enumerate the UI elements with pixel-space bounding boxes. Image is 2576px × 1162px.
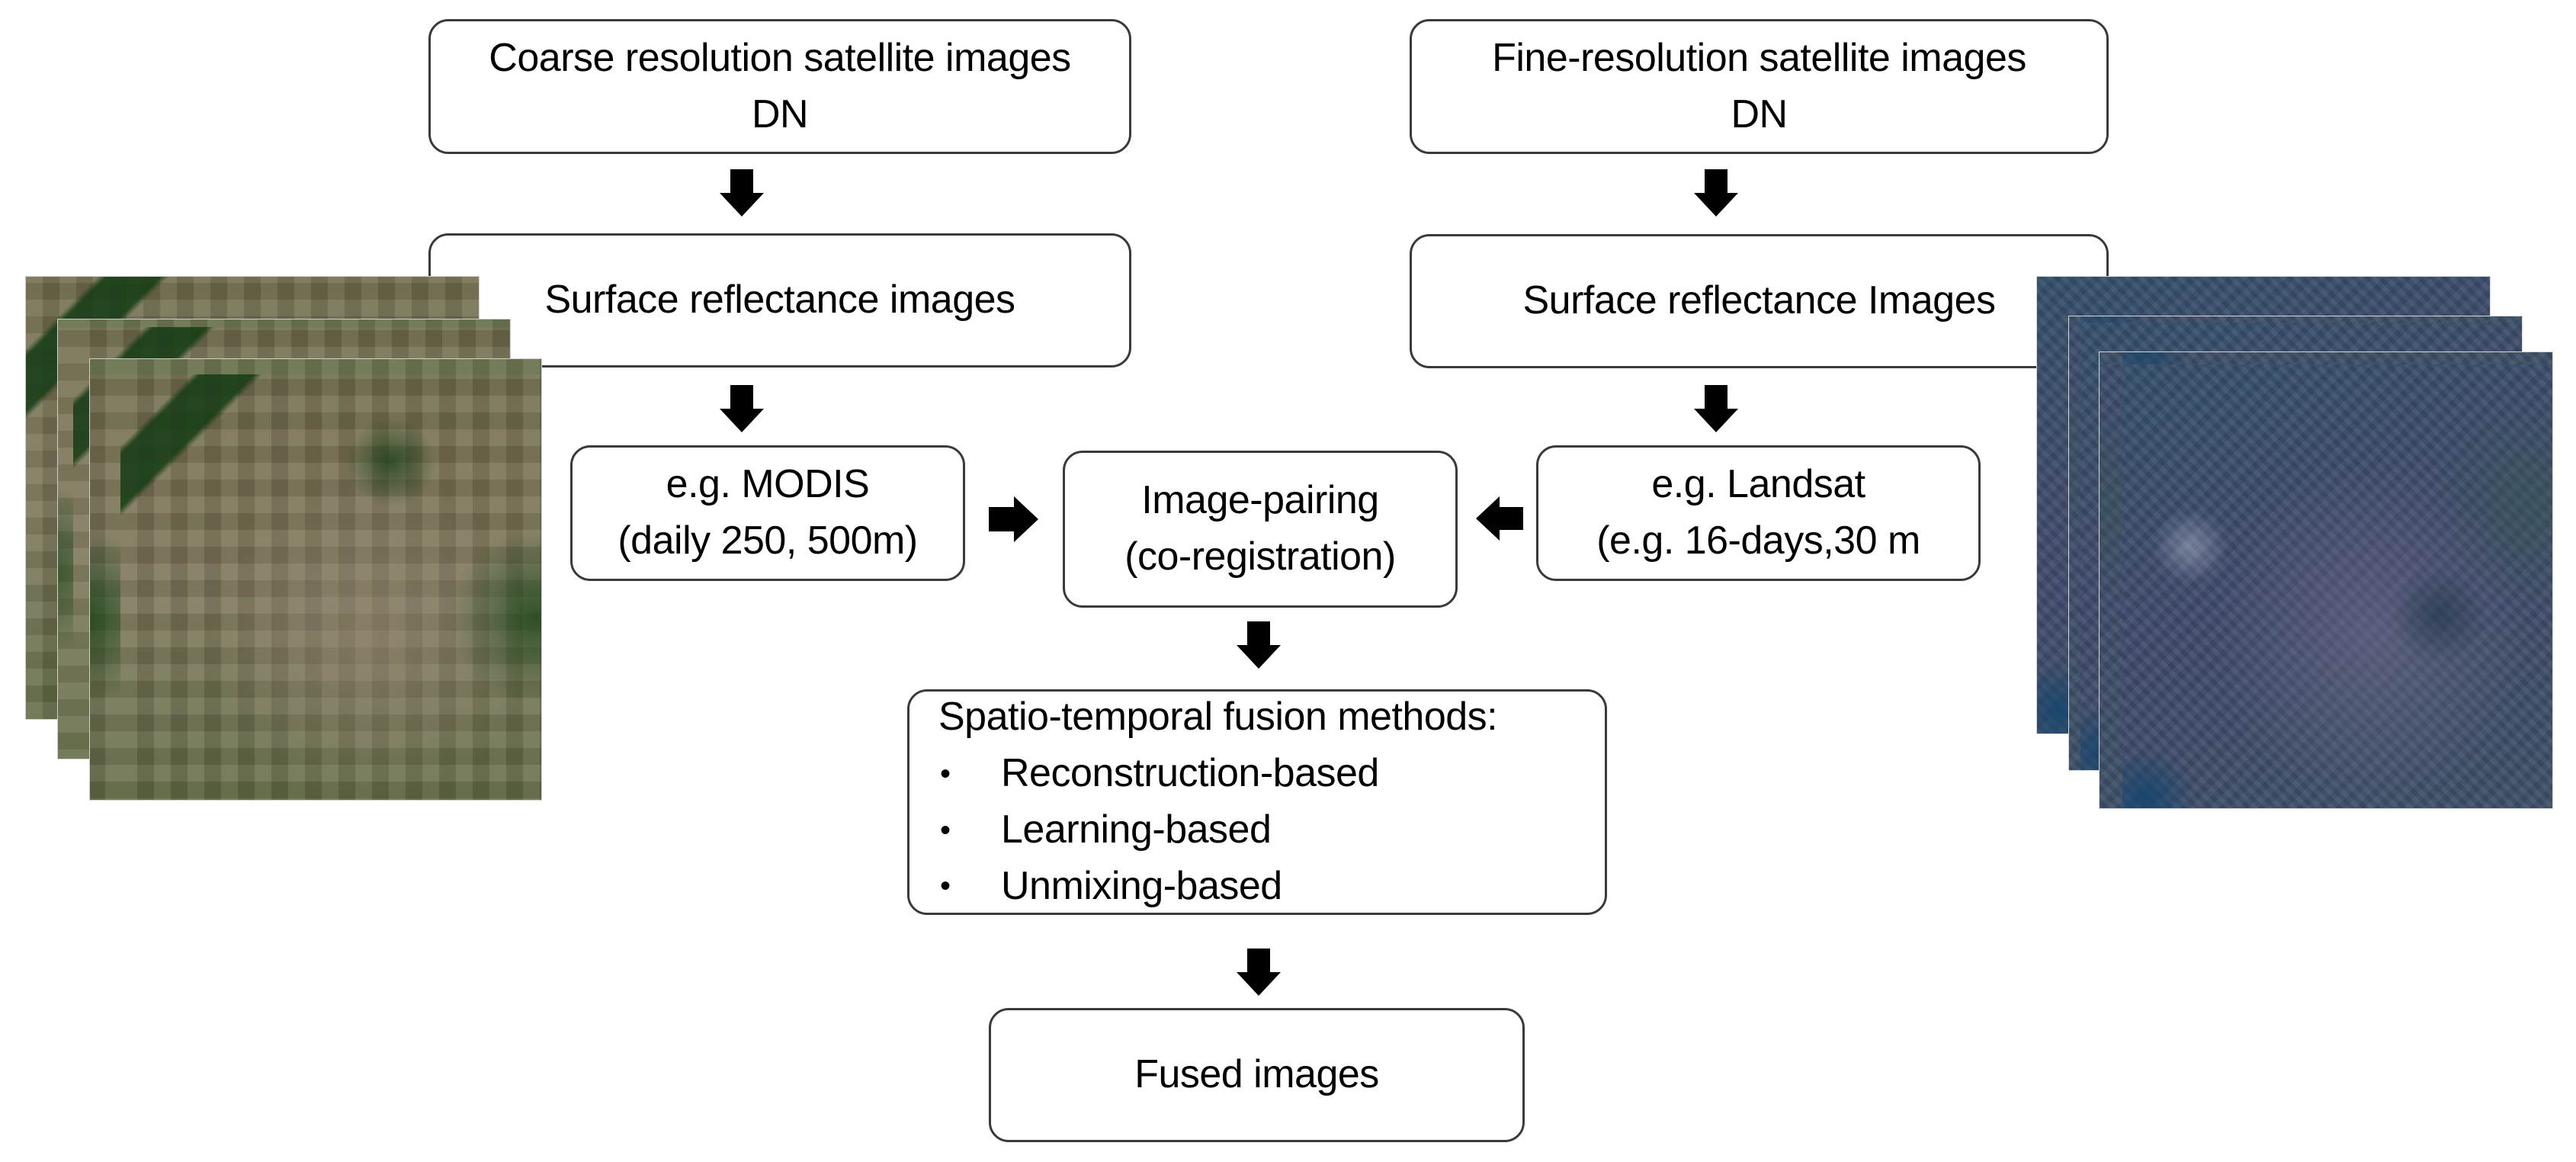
fusion-methods-box: Spatio-temporal fusion methods: • Recons… [907,689,1607,915]
landsat-example-box: e.g. Landsat (e.g. 16-days,30 m [1536,445,1981,581]
fused-images-label: Fused images [1134,1052,1379,1097]
fine-source-label: Fine-resolution satellite images [1492,35,2026,80]
fine-satellite-image-3 [2099,351,2553,809]
arrow-down-icon [720,385,764,432]
fusion-method-item: • Learning-based [938,802,1379,859]
fusion-method-item: • Reconstruction-based [938,746,1379,802]
arrow-down-icon [1237,621,1281,669]
arrow-down-icon [720,169,764,217]
fusion-methods-list: • Reconstruction-based • Learning-based … [938,746,1379,914]
coarse-source-label: Coarse resolution satellite images [489,35,1071,80]
arrow-left-icon [1476,496,1523,541]
landsat-example-label: e.g. Landsat [1651,462,1865,507]
coarse-source-box: Coarse resolution satellite images DN [428,19,1131,154]
fine-source-box: Fine-resolution satellite images DN [1410,19,2109,154]
fusion-method-label: Learning-based [1001,807,1272,852]
fusion-methods-heading: Spatio-temporal fusion methods: [938,695,1498,740]
bullet-icon: • [940,813,951,847]
coarse-reflectance-box: Surface reflectance images [428,233,1131,368]
modis-example-label: e.g. MODIS [666,462,870,507]
arrow-down-icon [1694,385,1738,432]
fused-images-box: Fused images [989,1008,1525,1142]
image-pairing-box: Image-pairing (co-registration) [1063,451,1458,608]
arrow-down-icon [1694,169,1738,217]
co-registration-label: (co-registration) [1124,534,1396,579]
fine-reflectance-box: Surface reflectance Images [1410,234,2109,368]
arrow-down-icon [1237,949,1281,996]
bullet-icon: • [940,756,951,791]
modis-resolution-label: (daily 250, 500m) [618,518,918,563]
coarse-reflectance-label: Surface reflectance images [544,278,1015,323]
fusion-method-item: • Unmixing-based [938,859,1379,915]
fusion-method-label: Reconstruction-based [1001,751,1379,796]
arrow-right-icon [989,496,1038,542]
fusion-method-label: Unmixing-based [1001,863,1282,908]
bullet-icon: • [940,869,951,904]
fine-source-dn-label: DN [1731,91,1788,136]
landsat-resolution-label: (e.g. 16-days,30 m [1596,518,1920,563]
coarse-satellite-image-3 [89,358,542,801]
image-pairing-label: Image-pairing [1141,478,1379,523]
fine-reflectance-label: Surface reflectance Images [1522,278,1997,323]
modis-example-box: e.g. MODIS (daily 250, 500m) [570,445,965,581]
coarse-source-dn-label: DN [751,91,809,136]
